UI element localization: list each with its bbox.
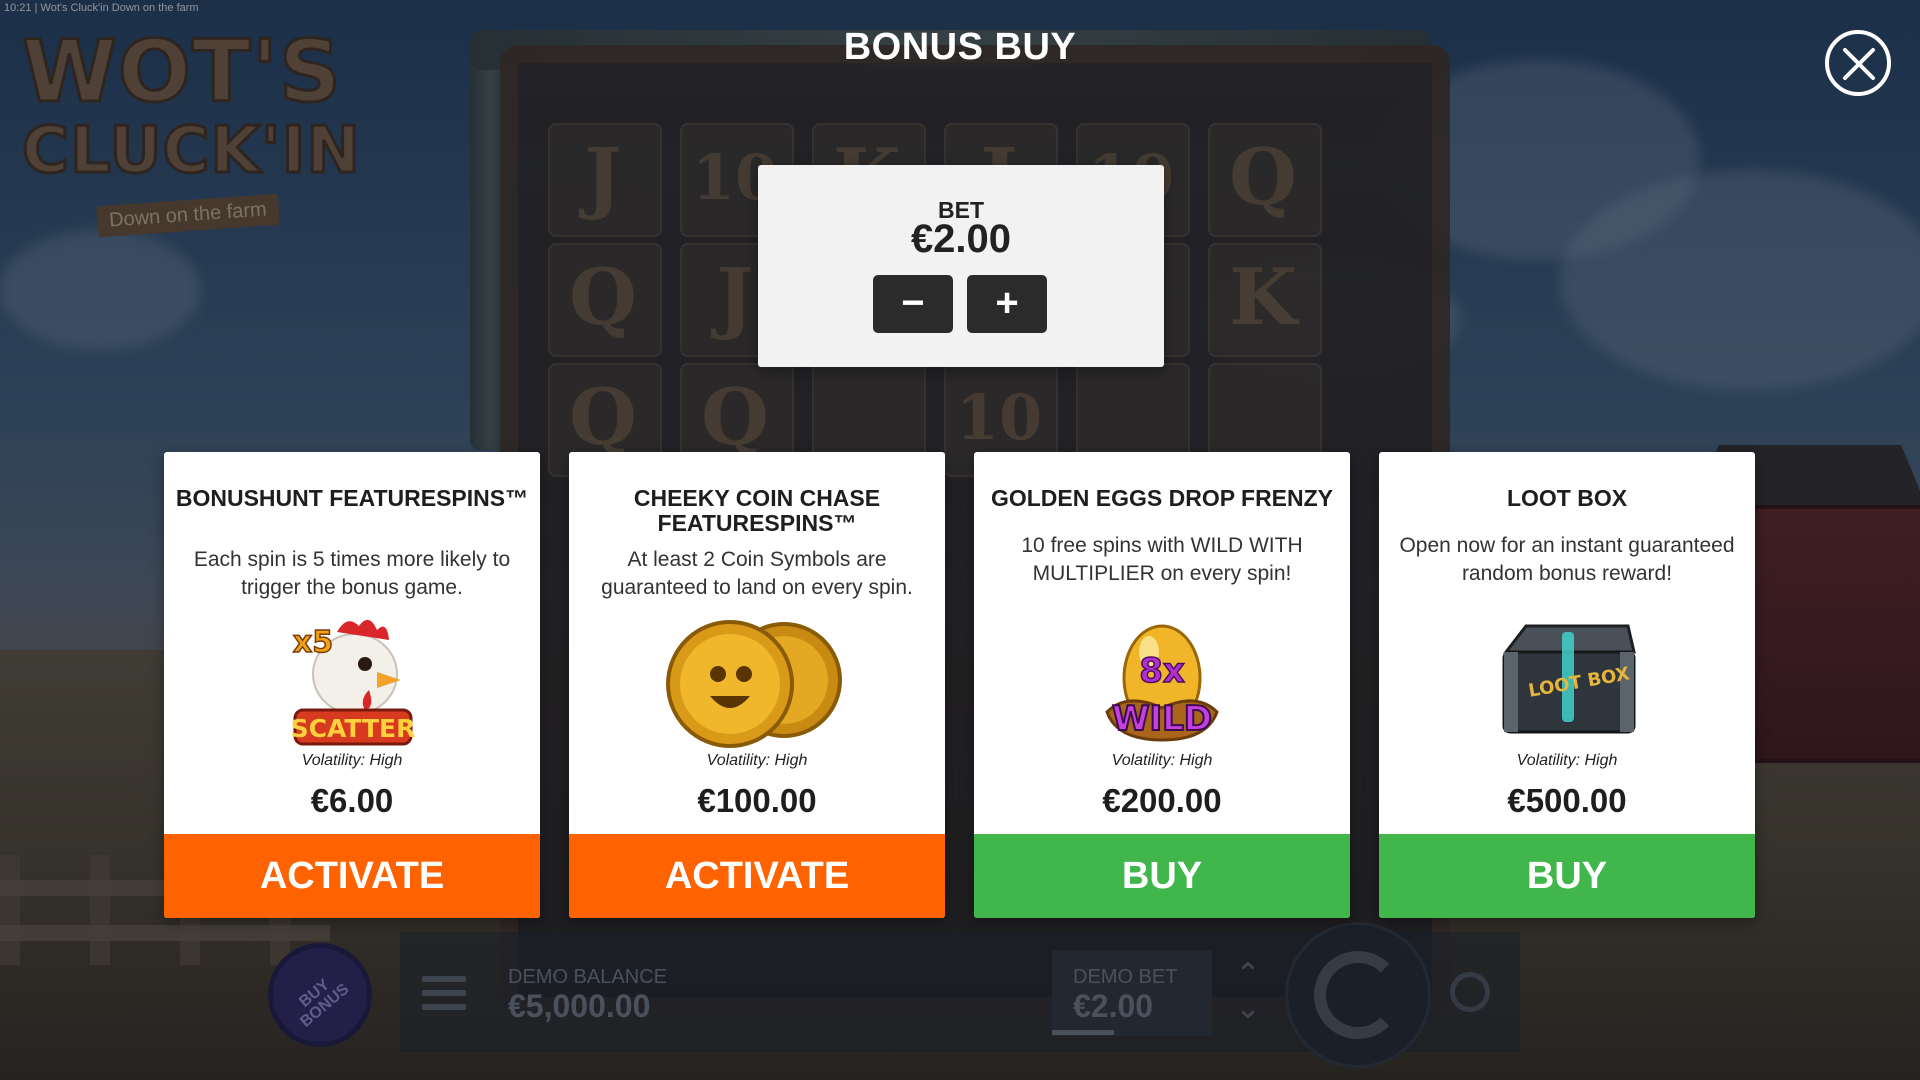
svg-text:SCATTER: SCATTER [291, 714, 416, 743]
close-button[interactable] [1825, 30, 1891, 96]
bonus-card-golden-eggs: GOLDEN EGGS DROP FRENZY 10 free spins wi… [974, 452, 1350, 918]
card-description: 10 free spins with WILD WITH MULTIPLIER … [1021, 534, 1303, 585]
card-volatility: Volatility: High [1111, 752, 1213, 769]
card-price: €100.00 [697, 782, 817, 819]
card-price: €200.00 [1102, 782, 1222, 819]
card-title: LOOT BOX [1506, 485, 1628, 511]
svg-text:8x: 8x [1139, 651, 1185, 691]
card-volatility: Volatility: High [301, 752, 403, 769]
card-description: Each spin is 5 times more likely to trig… [193, 548, 511, 599]
card-title: CHEEKY COIN CHASE FEATURESPINS™ [633, 485, 881, 536]
bet-increase-button[interactable]: + [967, 275, 1047, 333]
bonus-buy-title: BONUS BUY [843, 26, 1077, 68]
bonus-card-loot-box: LOOT BOX Open now for an instant guarant… [1379, 452, 1755, 918]
card-title: GOLDEN EGGS DROP FRENZY [990, 485, 1334, 511]
buy-button[interactable]: BUY [974, 834, 1350, 918]
svg-text:x5: x5 [293, 625, 333, 660]
bonus-card-bonushunt: BONUSHUNT FEATURESPINS™ Each spin is 5 t… [164, 452, 540, 918]
bet-decrease-button[interactable]: − [873, 275, 953, 333]
svg-text:WILD: WILD [1112, 699, 1212, 739]
activate-button[interactable]: ACTIVATE [569, 834, 945, 918]
card-volatility: Volatility: High [1516, 752, 1618, 769]
card-price: €500.00 [1507, 782, 1627, 819]
card-description: At least 2 Coin Symbols are guaranteed t… [601, 548, 913, 599]
card-volatility: Volatility: High [706, 752, 808, 769]
card-price: €6.00 [310, 782, 394, 819]
close-icon [1843, 48, 1875, 80]
bet-value: €2.00 [910, 217, 1012, 261]
scatter-rooster-icon: SCATTER x5 [277, 612, 427, 752]
loot-box-icon: LOOT BOX [1492, 612, 1642, 752]
gold-coins-icon [662, 612, 852, 752]
card-title: BONUSHUNT FEATURESPINS™ [175, 485, 529, 511]
bet-panel: BET €2.00 − + [758, 165, 1164, 367]
activate-button[interactable]: ACTIVATE [164, 834, 540, 918]
golden-egg-wild-icon: 8x WILD [1087, 612, 1237, 752]
card-description: Open now for an instant guaranteed rando… [1399, 534, 1735, 585]
bonus-card-cheeky-coin-chase: CHEEKY COIN CHASE FEATURESPINS™ At least… [569, 452, 945, 918]
buy-button[interactable]: BUY [1379, 834, 1755, 918]
